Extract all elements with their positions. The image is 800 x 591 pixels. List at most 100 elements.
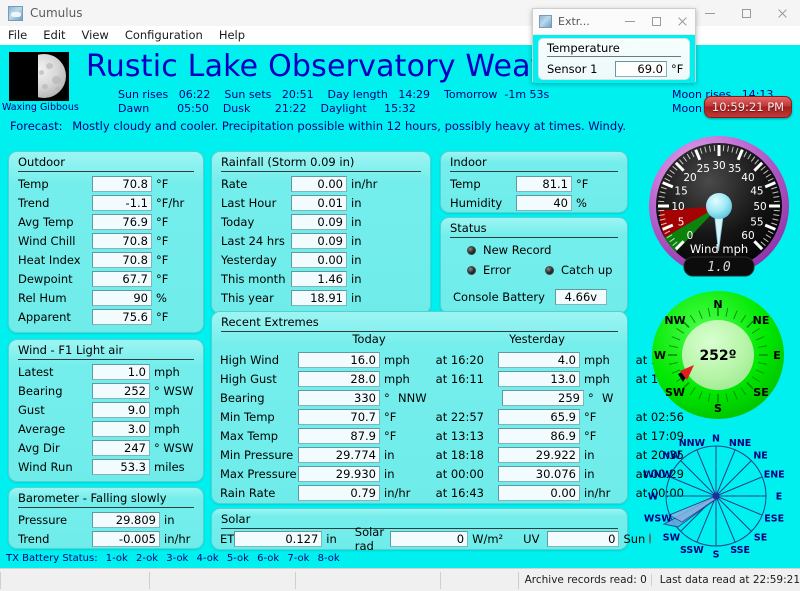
outdoor-heatindex-value: 70.8 — [92, 251, 152, 268]
compass-label-nw: NW — [664, 314, 685, 327]
astro-line-2: Dawn 05:50 Dusk 21:22 Daylight 15:32 — [118, 102, 416, 115]
wind-rose-label-sw: SW — [663, 532, 681, 543]
wind-gust-value: 9.0 — [92, 401, 150, 418]
menu-file[interactable]: File — [0, 26, 35, 45]
rainfall-thisyear-label: This year — [221, 290, 274, 305]
solar-rad-unit: W/m² — [472, 531, 504, 546]
wind-rose-label-se: SE — [754, 532, 767, 543]
wind-row-latest: Latest 1.0 mph — [9, 362, 203, 381]
tx-battery-5: 5-ok — [226, 553, 249, 564]
minimize-button[interactable] — [692, 0, 728, 26]
wind-rose-hub — [712, 492, 720, 500]
menu-configuration[interactable]: Configuration — [117, 26, 211, 45]
wind-windrun-value: 53.3 — [92, 458, 150, 475]
rainfall-row-last-hour: Last Hour 0.01 in — [212, 193, 430, 212]
extremes-col-yesterday: Yesterday — [509, 332, 565, 346]
outdoor-apparent-value: 75.6 — [92, 308, 152, 325]
extra-minimize-button[interactable] — [617, 9, 643, 34]
wind-row-gust: Gust 9.0 mph — [9, 400, 203, 419]
gauge-readout: 1.0 — [707, 260, 731, 275]
wind-avgdir-label: Avg Dir — [18, 440, 60, 455]
tx-battery-label: TX Battery Status: — [6, 553, 98, 564]
indoor-humidity-label: Humidity — [450, 195, 503, 210]
bearing-yest-value: 259 — [502, 389, 584, 406]
wind-rose-label-nnw: NNW — [679, 438, 706, 449]
min-pressure-today-unit: in — [384, 447, 395, 462]
statusbar-last-data: Last data read at 22:59:21 — [650, 574, 800, 586]
extra-maximize-button[interactable] — [643, 9, 669, 34]
high-wind-today-at: at 16:20 — [435, 352, 484, 367]
gauge-tick-15: 15 — [674, 185, 687, 197]
wind-row-bearing: Bearing 252 ° WSW — [9, 381, 203, 400]
catch-up-label: Catch up — [561, 263, 613, 277]
outdoor-relhum-unit: % — [156, 290, 167, 305]
solar-panel-title: Solar — [221, 512, 618, 529]
wind-rose-label-e: E — [776, 492, 783, 503]
rainfall-thisyear-value: 18.91 — [291, 289, 347, 306]
recent-extremes-panel: Recent Extremes Today Yesterday High Win… — [211, 311, 684, 504]
outdoor-avgtemp-unit: °F — [156, 214, 169, 229]
gauge-tick-35: 35 — [728, 163, 741, 175]
outdoor-dewpoint-unit: °F — [156, 271, 169, 286]
compass-label-sw: SW — [665, 386, 685, 399]
rain-rate-today-unit: in/hr — [384, 485, 411, 500]
menu-view[interactable]: View — [74, 26, 117, 45]
outdoor-windchill-value: 70.8 — [92, 232, 152, 249]
gauge-tick-0: 0 — [687, 230, 694, 242]
high-wind-today-value: 16.0 — [298, 351, 380, 368]
max-pressure-today-at: at 00:00 — [435, 466, 484, 481]
menu-edit[interactable]: Edit — [35, 26, 73, 45]
extra-sensor1-label: Sensor 1 — [547, 62, 598, 76]
wind-average-unit: mph — [154, 421, 180, 436]
wind-row-wind-run: Wind Run 53.3 miles — [9, 457, 203, 476]
rainfall-lasthour-unit: in — [351, 195, 362, 210]
max-pressure-yest-value: 30.076 — [498, 465, 580, 482]
max-pressure-label: Max Pressure — [220, 466, 297, 481]
extra-window-icon — [539, 15, 552, 28]
minimize-icon — [705, 12, 715, 14]
extra-sensors-window: Extr... Temperature Sensor 1 69.0 °F — [532, 8, 696, 83]
bearing-today-dir: NNW — [398, 390, 427, 405]
max-temp-yest-value: 86.9 — [498, 427, 580, 444]
rainfall-rate-label: Rate — [221, 176, 248, 191]
rain-rate-label: Rain Rate — [220, 485, 276, 500]
barometer-pressure-label: Pressure — [18, 512, 68, 527]
tx-battery-4: 4-ok — [196, 553, 219, 564]
astro-line-1: Sun rises 06:22 Sun sets 20:51 Day lengt… — [118, 88, 550, 101]
rainfall-row-today: Today 0.09 in — [212, 212, 430, 231]
solar-rad-label: Solar rad — [354, 524, 385, 553]
rainfall-last24-value: 0.09 — [291, 232, 347, 249]
close-button[interactable] — [764, 0, 800, 26]
outdoor-row-wind-chill: Wind Chill 70.8 °F — [9, 231, 203, 250]
outdoor-row-trend: Trend -1.1 °F/hr — [9, 193, 203, 212]
min-temp-today-unit: °F — [384, 409, 397, 424]
moon-phase-image — [9, 52, 69, 101]
max-pressure-today-value: 29.930 — [298, 465, 380, 482]
wind-avgdir-unit: ° WSW — [154, 440, 194, 455]
extremes-row-high-gust: High Gust 28.0 mph at 16:11 13.0 mph at … — [212, 369, 684, 388]
outdoor-panel-title: Outdoor — [18, 155, 194, 172]
extra-close-button[interactable] — [669, 9, 695, 34]
tx-battery-status: TX Battery Status: 1-ok 2-ok 3-ok 4-ok 5… — [6, 553, 340, 564]
indoor-row-temp: Temp 81.1 °F — [441, 174, 627, 193]
console-battery-label: Console Battery — [453, 290, 545, 304]
min-temp-today-at: at 22:57 — [435, 409, 484, 424]
extremes-row-rain-rate: Rain Rate 0.79 in/hr at 16:43 0.00 in/hr… — [212, 483, 684, 502]
rainfall-lasthour-label: Last Hour — [221, 195, 277, 210]
status-panel-title: Status — [450, 221, 618, 238]
wind-rose: N NNE NE ENE E ESE SE SSE S SSW SW WSW W WNW NW NNW — [636, 427, 796, 565]
menu-help[interactable]: Help — [211, 26, 253, 45]
indoor-humidity-unit: % — [576, 195, 587, 210]
barometer-row-pressure: Pressure 29.809 in — [9, 510, 203, 529]
rainfall-row-rate: Rate 0.00 in/hr — [212, 174, 430, 193]
wind-rose-label-sse: SSE — [730, 545, 750, 556]
high-gust-yest-value: 13.0 — [498, 370, 580, 387]
rainfall-panel: Rainfall (Storm 0.09 in) Rate 0.00 in/hr… — [211, 151, 431, 314]
status-body: New Record Error Catch up Console Batter… — [441, 240, 627, 307]
rain-rate-yest-value: 0.00 — [498, 484, 580, 501]
barometer-panel-title: Barometer - Falling slowly — [18, 491, 194, 508]
barometer-trend-label: Trend — [18, 531, 50, 546]
maximize-button[interactable] — [728, 0, 764, 26]
new-record-led-icon — [467, 245, 476, 255]
rainfall-rows: Rate 0.00 in/hr Last Hour 0.01 in Today … — [212, 174, 430, 307]
